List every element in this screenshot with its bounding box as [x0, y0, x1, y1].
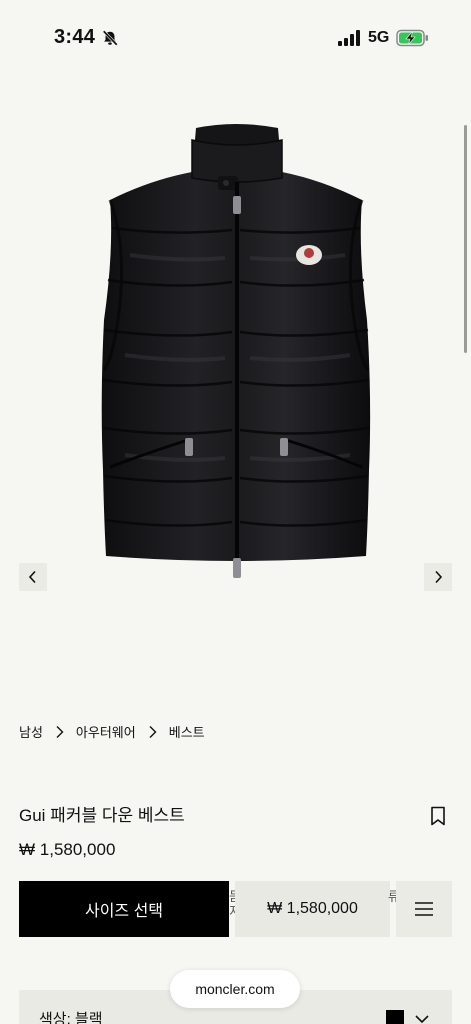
color-label: 색상: 블랙 — [39, 1011, 103, 1024]
chevron-left-icon — [28, 570, 36, 584]
status-time: 3:44 — [54, 26, 96, 48]
product-price: ₩ 1,580,000 — [19, 840, 116, 859]
bookmark-icon[interactable] — [429, 806, 447, 826]
cellular-signal-icon — [338, 30, 360, 46]
color-swatch — [386, 1010, 404, 1024]
page-scrollbar[interactable] — [464, 125, 467, 353]
breadcrumb-item-men[interactable]: 남성 — [19, 722, 43, 741]
vest-illustration — [101, 124, 371, 578]
carousel-next-button[interactable] — [424, 563, 452, 591]
network-type: 5G — [368, 29, 390, 46]
breadcrumb-item-vests[interactable]: 베스트 — [169, 722, 205, 741]
carousel-prev-button[interactable] — [19, 563, 47, 591]
menu-button[interactable] — [396, 881, 452, 937]
breadcrumb: 남성 아우터웨어 베스트 — [19, 722, 205, 741]
select-size-button[interactable]: 사이즈 선택 — [19, 881, 229, 937]
browser-url-pill[interactable]: moncler.com — [170, 970, 300, 1008]
product-image[interactable] — [0, 76, 471, 676]
obscured-text-fragment: 류 — [388, 889, 396, 904]
status-bar: 3:44 5G — [0, 0, 471, 76]
product-title: Gui 패커블 다운 베스트 — [19, 806, 185, 825]
chevron-right-icon — [149, 725, 157, 738]
chevron-right-icon — [56, 725, 64, 738]
bell-muted-icon — [102, 30, 118, 46]
chevron-down-icon — [415, 1015, 429, 1024]
sticky-price: ₩ 1,580,000 — [235, 881, 390, 937]
chevron-right-icon — [435, 570, 443, 584]
hamburger-menu-icon — [415, 902, 433, 916]
breadcrumb-item-outerwear[interactable]: 아우터웨어 — [76, 722, 136, 741]
battery-charging-icon — [396, 29, 428, 47]
